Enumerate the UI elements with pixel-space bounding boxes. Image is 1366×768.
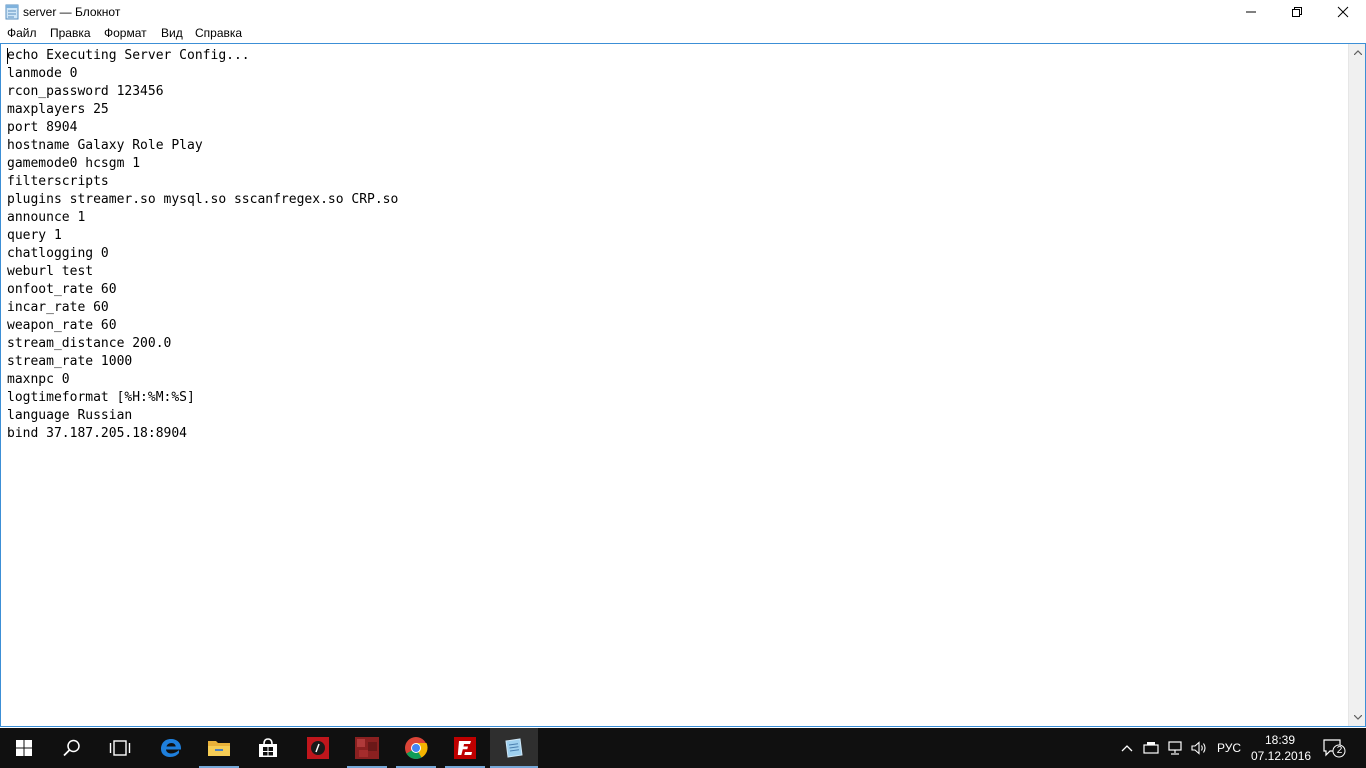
text-line: weapon_rate 60 — [7, 318, 117, 333]
restore-icon — [1292, 7, 1302, 17]
clock-date: 07.12.2016 — [1251, 749, 1312, 763]
network-button[interactable] — [1167, 740, 1183, 756]
task-view-icon — [109, 740, 131, 756]
chevron-up-icon — [1121, 745, 1133, 752]
chrome-icon — [405, 737, 428, 759]
minimize-button[interactable] — [1228, 0, 1274, 24]
taskbar-notepad[interactable] — [490, 728, 538, 768]
text-caret — [7, 48, 8, 64]
tray-app-button[interactable] — [1143, 740, 1159, 756]
taskbar-filezilla[interactable] — [441, 728, 489, 768]
chevron-up-icon — [1353, 50, 1362, 55]
clock[interactable]: 18:39 07.12.2016 — [1251, 732, 1312, 764]
taskbar: РУС 18:39 07.12.2016 2 — [0, 728, 1366, 768]
store-icon — [259, 738, 277, 757]
search-button[interactable] — [48, 728, 96, 768]
taskbar-store[interactable] — [244, 728, 292, 768]
text-line: stream_rate 1000 — [7, 354, 133, 369]
menu-view[interactable]: Вид — [161, 26, 183, 40]
text-line: query 1 — [7, 228, 62, 243]
text-line: language Russian — [7, 408, 133, 423]
text-line: gamemode0 hcsgm 1 — [7, 156, 141, 171]
file-explorer-icon — [208, 741, 230, 756]
text-line: incar_rate 60 — [7, 300, 109, 315]
text-line: bind 37.187.205.18:8904 — [7, 426, 188, 441]
taskbar-file-explorer[interactable] — [195, 728, 243, 768]
chevron-down-icon — [1353, 715, 1362, 720]
start-button[interactable] — [0, 728, 48, 768]
window-title: server — Блокнот — [23, 5, 121, 19]
taskbar-dark-red-app[interactable] — [343, 728, 391, 768]
text-line: echo Executing Server Config... — [7, 48, 250, 63]
text-line: filterscripts — [7, 174, 109, 189]
tray-app-icon — [1143, 742, 1159, 754]
text-line: lanmode 0 — [7, 66, 78, 81]
taskbar-red-app[interactable] — [294, 728, 342, 768]
scroll-up-button[interactable] — [1349, 44, 1366, 61]
network-icon — [1168, 741, 1182, 755]
volume-icon — [1191, 741, 1206, 755]
text-line: maxplayers 25 — [7, 102, 109, 117]
action-center-button[interactable]: 2 — [1322, 738, 1346, 758]
start-icon — [16, 740, 32, 756]
text-line: plugins streamer.so mysql.so sscanfregex… — [7, 192, 399, 207]
notepad-icon — [505, 738, 523, 758]
edge-icon — [161, 739, 182, 757]
text-line: port 8904 — [7, 120, 78, 135]
notification-count: 2 — [1336, 745, 1343, 756]
task-view-button[interactable] — [96, 728, 144, 768]
menu-help[interactable]: Справка — [195, 26, 242, 40]
input-language-indicator[interactable]: РУС — [1217, 741, 1241, 755]
close-button[interactable] — [1320, 0, 1366, 24]
scroll-down-button[interactable] — [1349, 709, 1366, 726]
taskbar-edge[interactable] — [147, 728, 195, 768]
text-line: weburl test — [7, 264, 94, 279]
text-line: stream_distance 200.0 — [7, 336, 172, 351]
text-line: maxnpc 0 — [7, 372, 70, 387]
clock-time: 18:39 — [1264, 733, 1296, 747]
close-icon — [1337, 6, 1349, 18]
app-red-icon — [307, 737, 329, 759]
show-hidden-icons-button[interactable] — [1119, 740, 1135, 756]
menu-edit[interactable]: Правка — [50, 26, 91, 40]
restore-button[interactable] — [1274, 0, 1320, 24]
menu-bar: Файл Правка Формат Вид Справка — [0, 24, 1366, 44]
notepad-icon — [5, 4, 19, 20]
text-line: rcon_password 123456 — [7, 84, 164, 99]
text-editor[interactable]: echo Executing Server Config... lanmode … — [0, 43, 1366, 727]
text-line: logtimeformat [%H:%M:%S] — [7, 390, 195, 405]
vertical-scrollbar[interactable] — [1348, 44, 1365, 726]
taskbar-chrome[interactable] — [392, 728, 440, 768]
title-bar: server — Блокнот — [0, 0, 1366, 24]
menu-file[interactable]: Файл — [7, 26, 37, 40]
filezilla-icon — [454, 737, 476, 759]
text-line: announce 1 — [7, 210, 86, 225]
volume-button[interactable] — [1191, 740, 1207, 756]
text-line: chatlogging 0 — [7, 246, 109, 261]
text-content[interactable]: echo Executing Server Config... lanmode … — [7, 47, 1347, 723]
text-line: onfoot_rate 60 — [7, 282, 117, 297]
text-line: hostname Galaxy Role Play — [7, 138, 203, 153]
minimize-icon — [1246, 11, 1256, 13]
menu-format[interactable]: Формат — [104, 26, 147, 40]
app-dark-red-icon — [355, 737, 379, 759]
search-icon — [63, 739, 80, 757]
